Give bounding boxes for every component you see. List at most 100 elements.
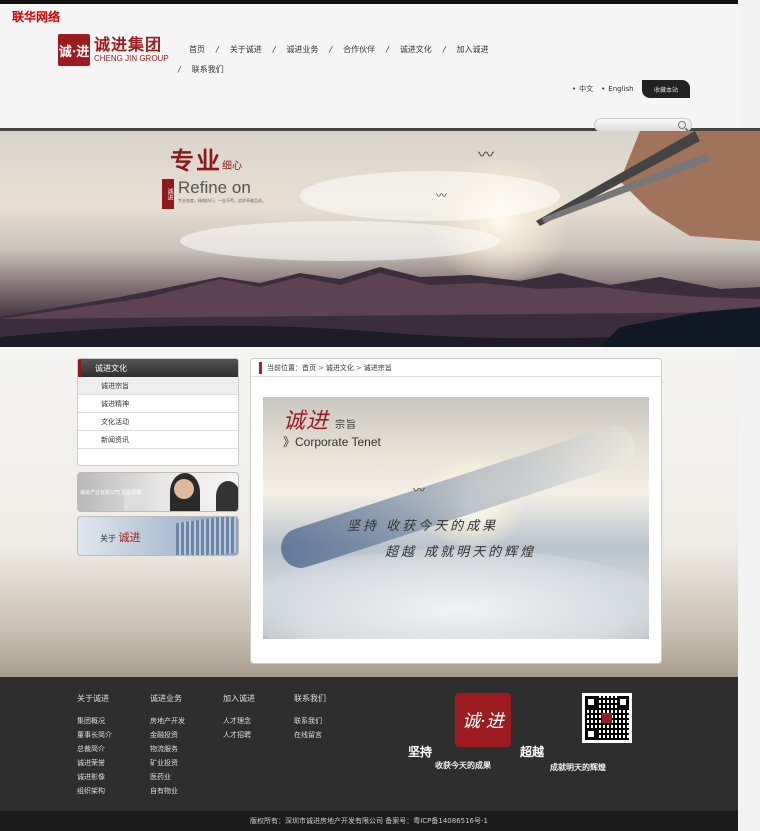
- banner-title-small: 细心: [222, 161, 242, 172]
- content-panel: 当前位置： 首页 > 诚进文化 > 诚进宗旨 诚进 宗旨 》Corporate T…: [250, 358, 662, 664]
- recruit-promo-banner[interactable]: 诚进产业有限公司 团队招聘: [77, 472, 239, 512]
- footer-seal-logo: 诚·进: [455, 693, 511, 747]
- tweezers-hand-image: [536, 131, 760, 241]
- nav-item-about[interactable]: 关于诚进: [219, 44, 273, 55]
- footer-link[interactable]: 房地产开发: [150, 714, 185, 728]
- article-clouds: [263, 549, 649, 639]
- breadcrumb-separator: >: [355, 363, 362, 372]
- sidebar-item-spirit[interactable]: 诚进精神: [78, 395, 238, 413]
- sidebar: 诚进文化 诚进宗旨 诚进精神 文化活动 新闻资讯 诚进产业有限公司 团队招聘 关…: [77, 358, 239, 556]
- nav-item-home[interactable]: 首页: [178, 44, 216, 55]
- qr-code-icon: [582, 693, 632, 743]
- banner-subtitle: 专业态度，精细执行，一丝不苟，追求卓越品质。: [178, 198, 266, 203]
- footer-link[interactable]: 在线留言: [294, 728, 326, 742]
- footer-link[interactable]: 人才理念: [223, 714, 255, 728]
- footer-link[interactable]: 组织架构: [77, 784, 112, 798]
- article-slogan-line-2: 超越 成就明天的辉煌: [385, 545, 537, 560]
- article-title: 诚进 宗旨 》Corporate Tenet: [283, 403, 381, 450]
- article-title-en: 》Corporate Tenet: [283, 435, 381, 449]
- lang-zh[interactable]: • 中文: [572, 84, 593, 94]
- footer-slogan-persist: 坚持: [408, 745, 433, 759]
- sidebar-item-tenet[interactable]: 诚进宗旨: [78, 377, 238, 395]
- qr-finder: [585, 696, 597, 708]
- lang-en-label: English: [608, 85, 634, 93]
- bird-icon: 〰: [436, 189, 447, 202]
- footer-link[interactable]: 矿业投资: [150, 756, 185, 770]
- about-promo-brand: 诚进: [118, 531, 141, 544]
- footer-link[interactable]: 集团概况: [77, 714, 112, 728]
- qr-center-logo: [602, 713, 612, 723]
- footer-column-title[interactable]: 联系我们: [294, 693, 326, 704]
- banner-title: 专业细心 诚进 Refine on 专业态度，精细执行，一丝不苟，追求卓越品质。: [162, 141, 266, 209]
- search-icon[interactable]: [678, 121, 686, 129]
- nav-item-business[interactable]: 诚进业务: [275, 44, 329, 55]
- footer-link[interactable]: 诚进荣誉: [77, 756, 112, 770]
- footer-slogan-today: 收获今天的成果: [435, 760, 491, 770]
- footer-column-title[interactable]: 诚进业务: [150, 693, 185, 704]
- nav-item-join[interactable]: 加入诚进: [446, 44, 500, 55]
- footer-slogan-tomorrow: 成就明天的辉煌: [550, 762, 606, 772]
- banner-title-cn: 专业细心: [170, 141, 266, 176]
- sidebar-item-news[interactable]: 新闻资讯: [78, 431, 238, 449]
- nav-item-culture[interactable]: 诚进文化: [389, 44, 443, 55]
- footer-link[interactable]: 金融投资: [150, 728, 185, 742]
- footer-link[interactable]: 人才招聘: [223, 728, 255, 742]
- breadcrumb-current: 诚进宗旨: [363, 363, 392, 372]
- about-promo-banner[interactable]: 关于 诚进: [77, 516, 239, 556]
- footer-link[interactable]: 诚进影像: [77, 770, 112, 784]
- footer-column-contact: 联系我们 联系我们 在线留言: [294, 693, 326, 742]
- qr-code-pattern: [585, 696, 629, 740]
- logo-text: 诚进集团 CHENG JIN GROUP: [94, 36, 169, 64]
- footer-column-join: 加入诚进 人才理念 人才招聘: [223, 693, 255, 742]
- sidebar-heading: 诚进文化: [78, 359, 238, 377]
- footer-link[interactable]: 物流服务: [150, 742, 185, 756]
- copyright-bar: 版权所有：深圳市诚进房地产开发有限公司 备案号：粤ICP备14086516号-1: [0, 811, 738, 831]
- footer-column-title[interactable]: 加入诚进: [223, 693, 255, 704]
- about-promo-prefix: 关于: [100, 534, 116, 543]
- person-image: [174, 479, 194, 499]
- banner-mountains: [0, 267, 760, 347]
- recruit-promo-text: 诚进产业有限公司 团队招聘: [80, 490, 142, 496]
- search-input[interactable]: [594, 118, 692, 132]
- site-logo[interactable]: 诚·进 诚进集团 CHENG JIN GROUP: [58, 34, 169, 66]
- breadcrumb-section[interactable]: 诚进文化: [326, 363, 354, 373]
- lang-zh-label: 中文: [579, 85, 594, 93]
- nav-item-partners[interactable]: 合作伙伴: [332, 44, 386, 55]
- article-title-cn: 诚进 宗旨: [283, 403, 381, 435]
- banner-seal: 诚进: [162, 179, 174, 209]
- site-footer: 关于诚进 集团概况 董事长简介 总裁简介 诚进荣誉 诚进影像 组织架构 诚进业务…: [0, 677, 738, 811]
- sidebar-menu: 诚进文化 诚进宗旨 诚进精神 文化活动 新闻资讯: [77, 358, 239, 466]
- person-image: [216, 481, 238, 511]
- logo-mark-icon: 诚·进: [58, 34, 90, 66]
- article-slogan-line-1: 坚持 收获今天的成果: [347, 519, 499, 534]
- footer-link[interactable]: 医药业: [150, 770, 185, 784]
- nav-item-contact[interactable]: 联系我们: [181, 64, 235, 75]
- footer-link[interactable]: 自有物业: [150, 784, 185, 798]
- footer-slogan-surpass: 超越: [520, 745, 545, 759]
- breadcrumb: 当前位置： 首页 > 诚进文化 > 诚进宗旨: [251, 359, 661, 377]
- site-header: 诚·进 诚进集团 CHENG JIN GROUP 首页 / 关于诚进 / 诚进业…: [0, 4, 738, 130]
- nav-row-1: 首页 / 关于诚进 / 诚进业务 / 合作伙伴 / 诚进文化 / 加入诚进: [178, 42, 518, 56]
- lang-en[interactable]: • English: [601, 85, 633, 93]
- breadcrumb-home[interactable]: 首页: [302, 363, 316, 373]
- add-favorite-button[interactable]: 收藏本站: [642, 80, 690, 98]
- banner-title-en: Refine on: [178, 178, 251, 197]
- footer-link[interactable]: 联系我们: [294, 714, 326, 728]
- about-promo-text: 关于 诚进: [100, 529, 141, 545]
- hero-banner: 专业细心 诚进 Refine on 专业态度，精细执行，一丝不苟，追求卓越品质。…: [0, 131, 760, 347]
- qr-finder: [585, 728, 597, 740]
- bird-icon: 〰: [478, 145, 495, 164]
- breadcrumb-separator: >: [318, 363, 324, 372]
- watermark-text: 联华网络: [12, 10, 61, 24]
- footer-link[interactable]: 董事长简介: [77, 728, 112, 742]
- footer-column-about: 关于诚进 集团概况 董事长简介 总裁简介 诚进荣誉 诚进影像 组织架构: [77, 693, 112, 798]
- bullet-icon: •: [572, 85, 577, 93]
- footer-column-title[interactable]: 关于诚进: [77, 693, 112, 704]
- breadcrumb-label: 当前位置：: [267, 363, 302, 372]
- bullet-icon: •: [601, 85, 606, 93]
- footer-link[interactable]: 总裁简介: [77, 742, 112, 756]
- bird-icon: 〰: [413, 483, 426, 497]
- sidebar-item-activities[interactable]: 文化活动: [78, 413, 238, 431]
- building-image: [176, 517, 236, 555]
- article-title-main: 诚进: [283, 409, 330, 434]
